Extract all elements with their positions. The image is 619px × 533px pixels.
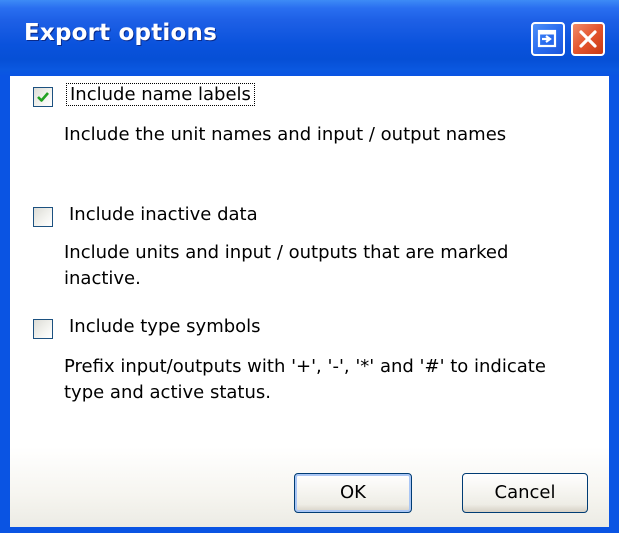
include-inactive-data-checkbox[interactable] bbox=[33, 207, 53, 227]
ok-button[interactable]: OK bbox=[294, 473, 412, 513]
include-inactive-data-label[interactable]: Include inactive data bbox=[66, 204, 261, 225]
cancel-button[interactable]: Cancel bbox=[462, 473, 588, 513]
checkmark-icon bbox=[37, 92, 49, 102]
include-name-labels-checkbox[interactable] bbox=[33, 87, 53, 107]
window-title: Export options bbox=[24, 20, 217, 46]
include-type-symbols-label[interactable]: Include type symbols bbox=[66, 316, 264, 337]
dialog-body: Include name labels Include the unit nam… bbox=[10, 76, 609, 527]
title-bar[interactable]: Export options bbox=[0, 0, 619, 76]
include-type-symbols-checkbox[interactable] bbox=[33, 319, 53, 339]
include-name-labels-label[interactable]: Include name labels bbox=[66, 83, 255, 106]
include-inactive-data-description: Include units and input / outputs that a… bbox=[64, 242, 509, 289]
include-type-symbols-description: Prefix input/outputs with '+', '-', '*' … bbox=[64, 356, 546, 403]
close-button[interactable] bbox=[571, 22, 605, 56]
restore-button[interactable] bbox=[531, 22, 565, 56]
restore-icon bbox=[537, 29, 557, 48]
include-name-labels-description: Include the unit names and input / outpu… bbox=[64, 124, 507, 145]
export-options-dialog: Export options Include name labels Inclu… bbox=[0, 0, 619, 533]
close-icon bbox=[579, 30, 597, 48]
